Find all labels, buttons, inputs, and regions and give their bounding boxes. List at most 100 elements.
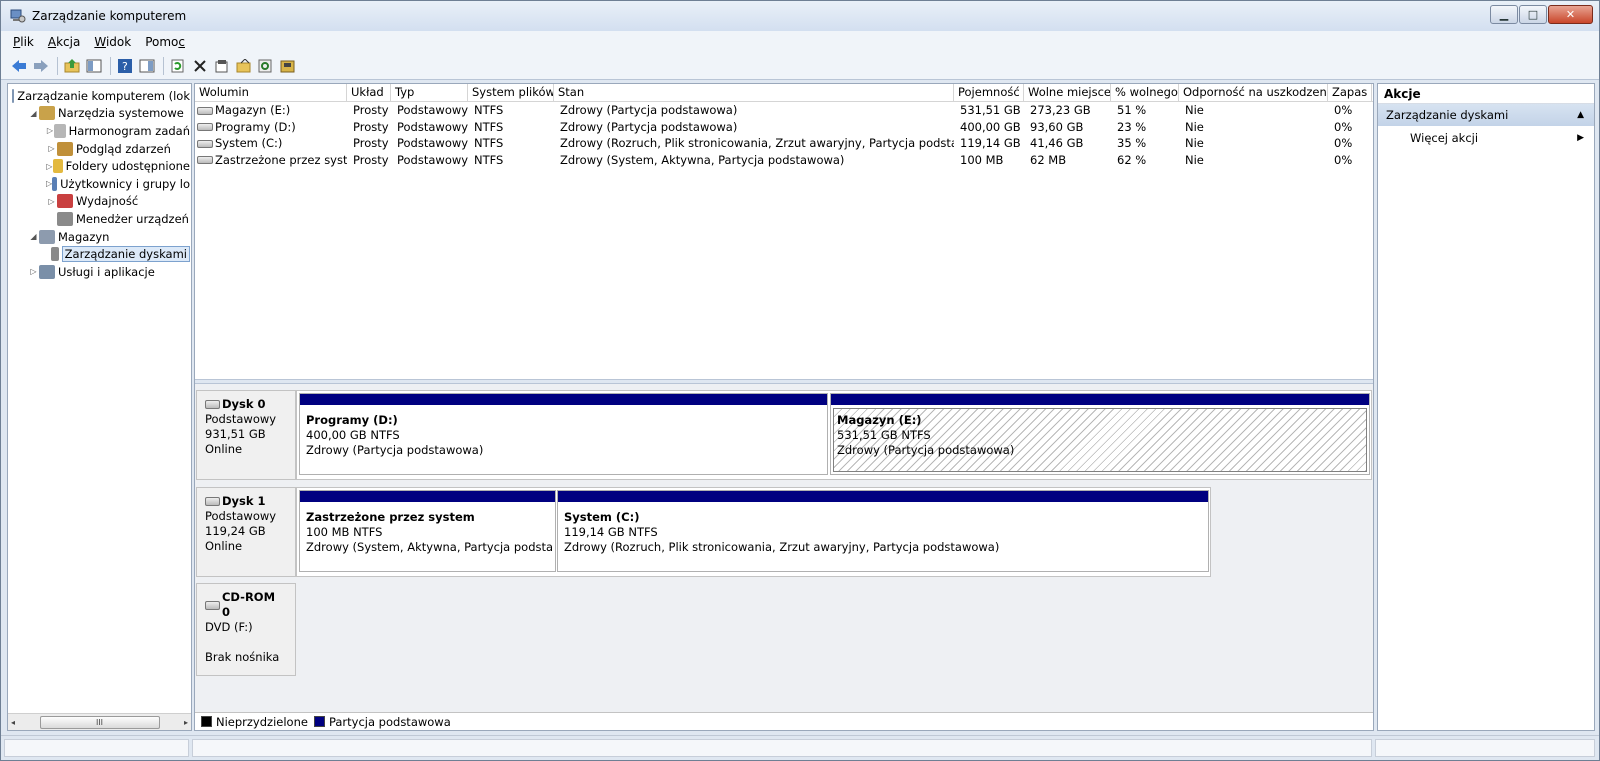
column-header[interactable]: Wolumin bbox=[195, 84, 347, 101]
column-header[interactable]: Wolne miejsce bbox=[1024, 84, 1111, 101]
action-more-actions[interactable]: Więcej akcji ▶ bbox=[1378, 126, 1594, 150]
tree-item-label: Menedżer urządzeń bbox=[76, 211, 189, 226]
table-cell: Nie bbox=[1185, 103, 1204, 117]
tree-node-icon bbox=[11, 88, 15, 103]
actions-section-disk-management[interactable]: Zarządzanie dyskami ▲ bbox=[1378, 104, 1594, 126]
expand-arrow-icon[interactable]: ◢ bbox=[28, 109, 39, 118]
expand-arrow-icon[interactable]: ▷ bbox=[46, 144, 57, 153]
table-row[interactable]: Programy (D:) Prosty Podstawowy NTFS Zdrowy … bbox=[195, 119, 1373, 136]
column-header[interactable]: Stan bbox=[554, 84, 954, 101]
partition-title: Programy (D:) bbox=[306, 413, 398, 427]
refresh-icon[interactable] bbox=[168, 56, 188, 76]
partition-block[interactable]: Zastrzeżone przez system 100 MB NTFS Zdrow… bbox=[299, 490, 556, 572]
tree-item[interactable]: ▷ Wydajność bbox=[10, 193, 190, 211]
tree-horizontal-scrollbar[interactable]: ◂ III ▸ bbox=[8, 713, 191, 730]
scroll-thumb[interactable]: III bbox=[39, 715, 160, 729]
maximize-button[interactable]: □ bbox=[1519, 5, 1547, 24]
table-row[interactable]: Magazyn (E:) Prosty Podstawowy NTFS Zdrowy (… bbox=[195, 102, 1373, 119]
show-hide-tree-icon[interactable] bbox=[84, 56, 104, 76]
back-arrow-icon[interactable] bbox=[9, 56, 29, 76]
menu-pomoc-rest: Pomo bbox=[145, 34, 179, 49]
tree-item[interactable]: ▷ Foldery udostępnione bbox=[10, 157, 190, 175]
disk-name: Dysk 1 bbox=[205, 494, 287, 509]
collapse-arrow-icon[interactable]: ▲ bbox=[1577, 104, 1584, 126]
disk-name-label: CD-ROM 0 bbox=[221, 590, 276, 619]
tree-item-label: Użytkownicy i grupy lo bbox=[60, 176, 190, 191]
disk-icon[interactable] bbox=[278, 56, 298, 76]
tree-item[interactable]: ▷ Harmonogram zadań bbox=[10, 122, 190, 140]
partition-size: 100 MB NTFS bbox=[306, 525, 383, 539]
table-cell: NTFS bbox=[474, 152, 504, 167]
expand-arrow-icon[interactable]: ◢ bbox=[28, 232, 39, 241]
menu-pomoc[interactable]: Pomoc bbox=[145, 35, 185, 49]
navigation-tree-pane: Zarządzanie komputerem (lok ◢ Narzędzia sy… bbox=[7, 83, 192, 731]
table-row[interactable]: Zastrzeżone przez system Prosty Podstawowy… bbox=[195, 152, 1373, 169]
table-row[interactable]: System (C:) Prosty Podstawowy NTFS Zdrowy (R… bbox=[195, 135, 1373, 152]
tree-node-icon bbox=[57, 141, 73, 156]
minimize-button[interactable]: ▁ bbox=[1490, 5, 1518, 24]
volume-table-header: Wolumin Układ Typ System plików Stan Pojemnoś… bbox=[195, 84, 1373, 102]
tree-item[interactable]: ▷ Użytkownicy i grupy lo bbox=[10, 175, 190, 193]
partition-block[interactable]: Programy (D:) 400,00 GB NTFS Zdrowy (Party… bbox=[299, 393, 828, 475]
scroll-left-arrow-icon[interactable]: ◂ bbox=[8, 718, 15, 727]
drive-icon bbox=[197, 139, 213, 148]
menu-plik-rest: lik bbox=[20, 34, 34, 49]
partition-block[interactable]: Magazyn (E:) 531,51 GB NTFS Zdrowy (Partyc… bbox=[830, 393, 1370, 475]
show-hide-action-pane-icon[interactable] bbox=[137, 56, 157, 76]
tree-item[interactable]: Menedżer urządzeń bbox=[10, 210, 190, 228]
column-header[interactable]: % wolnego bbox=[1111, 84, 1179, 101]
table-cell: Podstawowy bbox=[397, 152, 468, 167]
expand-arrow-icon[interactable]: ▷ bbox=[46, 197, 57, 206]
table-cell: NTFS bbox=[474, 119, 504, 134]
properties-icon[interactable] bbox=[212, 56, 232, 76]
disk-name-label: Dysk 0 bbox=[222, 397, 266, 411]
status-bar bbox=[1, 735, 1599, 760]
disk-info[interactable]: Dysk 0 Podstawowy 931,51 GB Online bbox=[196, 390, 296, 480]
table-cell: 100 MB bbox=[960, 152, 1004, 167]
tree-item-label: Harmonogram zadań bbox=[68, 123, 190, 138]
disk-name: CD-ROM 0 bbox=[205, 590, 287, 620]
expand-arrow-icon[interactable]: ▷ bbox=[46, 126, 54, 135]
disk-status: Online bbox=[205, 442, 243, 456]
toolbar: ? bbox=[1, 52, 1599, 80]
tree-item[interactable]: Zarządzanie dyskami bbox=[10, 245, 190, 263]
tree-item[interactable]: ▷ Podgląd zdarzeń bbox=[10, 140, 190, 158]
column-header[interactable]: Odporność na uszkodzenia bbox=[1179, 84, 1328, 101]
disk-size bbox=[205, 635, 287, 650]
column-header[interactable]: Pojemność bbox=[954, 84, 1024, 101]
help-icon[interactable]: ? bbox=[115, 56, 135, 76]
disk-info[interactable]: Dysk 1 Podstawowy 119,24 GB Online bbox=[196, 487, 296, 577]
tree-item[interactable]: ◢ Magazyn bbox=[10, 228, 190, 246]
expand-arrow-icon[interactable]: ▷ bbox=[46, 162, 53, 171]
menu-widok[interactable]: Widok bbox=[94, 35, 131, 49]
close-button[interactable]: ✕ bbox=[1548, 5, 1593, 24]
disk-management-pane: Wolumin Układ Typ System plików Stan Pojemnoś… bbox=[194, 83, 1374, 731]
menu-plik[interactable]: Plik bbox=[13, 35, 34, 49]
menu-akcja[interactable]: Akcja bbox=[48, 35, 80, 49]
column-header[interactable]: Typ bbox=[391, 84, 468, 101]
column-header[interactable]: Zapas bbox=[1328, 84, 1372, 101]
expand-arrow-icon[interactable]: ▷ bbox=[28, 267, 39, 276]
forward-arrow-icon[interactable] bbox=[31, 56, 51, 76]
toolbar-separator bbox=[163, 56, 164, 75]
delete-icon[interactable] bbox=[190, 56, 210, 76]
table-cell: System (C:) bbox=[195, 135, 347, 152]
disk-info[interactable]: CD-ROM 0 DVD (F:) Brak nośnika bbox=[196, 583, 296, 676]
up-folder-icon[interactable] bbox=[62, 56, 82, 76]
action-more-actions-label: Więcej akcji bbox=[1410, 131, 1479, 145]
disk-status: Brak nośnika bbox=[205, 650, 280, 664]
tree-item[interactable]: Zarządzanie komputerem (lok bbox=[10, 87, 190, 105]
legend-swatch-primary bbox=[313, 716, 325, 727]
partition-block[interactable]: System (C:) 119,14 GB NTFS Zdrowy (Rozruch… bbox=[557, 490, 1209, 572]
column-header[interactable]: Układ bbox=[347, 84, 391, 101]
column-header[interactable]: System plików bbox=[468, 84, 554, 101]
open-icon[interactable] bbox=[234, 56, 254, 76]
search-icon[interactable] bbox=[256, 56, 276, 76]
tree-item[interactable]: ▷ Usługi i aplikacje bbox=[10, 263, 190, 281]
table-cell: Zdrowy (System, Aktywna, Partycja podsta… bbox=[560, 152, 845, 167]
scroll-right-arrow-icon[interactable]: ▸ bbox=[184, 718, 191, 727]
table-cell: 0% bbox=[1334, 152, 1353, 167]
svg-text:?: ? bbox=[122, 60, 128, 73]
tree-item[interactable]: ◢ Narzędzia systemowe bbox=[10, 105, 190, 123]
disk-graph-view: Dysk 0 Podstawowy 931,51 GB Online Programy … bbox=[195, 384, 1373, 712]
